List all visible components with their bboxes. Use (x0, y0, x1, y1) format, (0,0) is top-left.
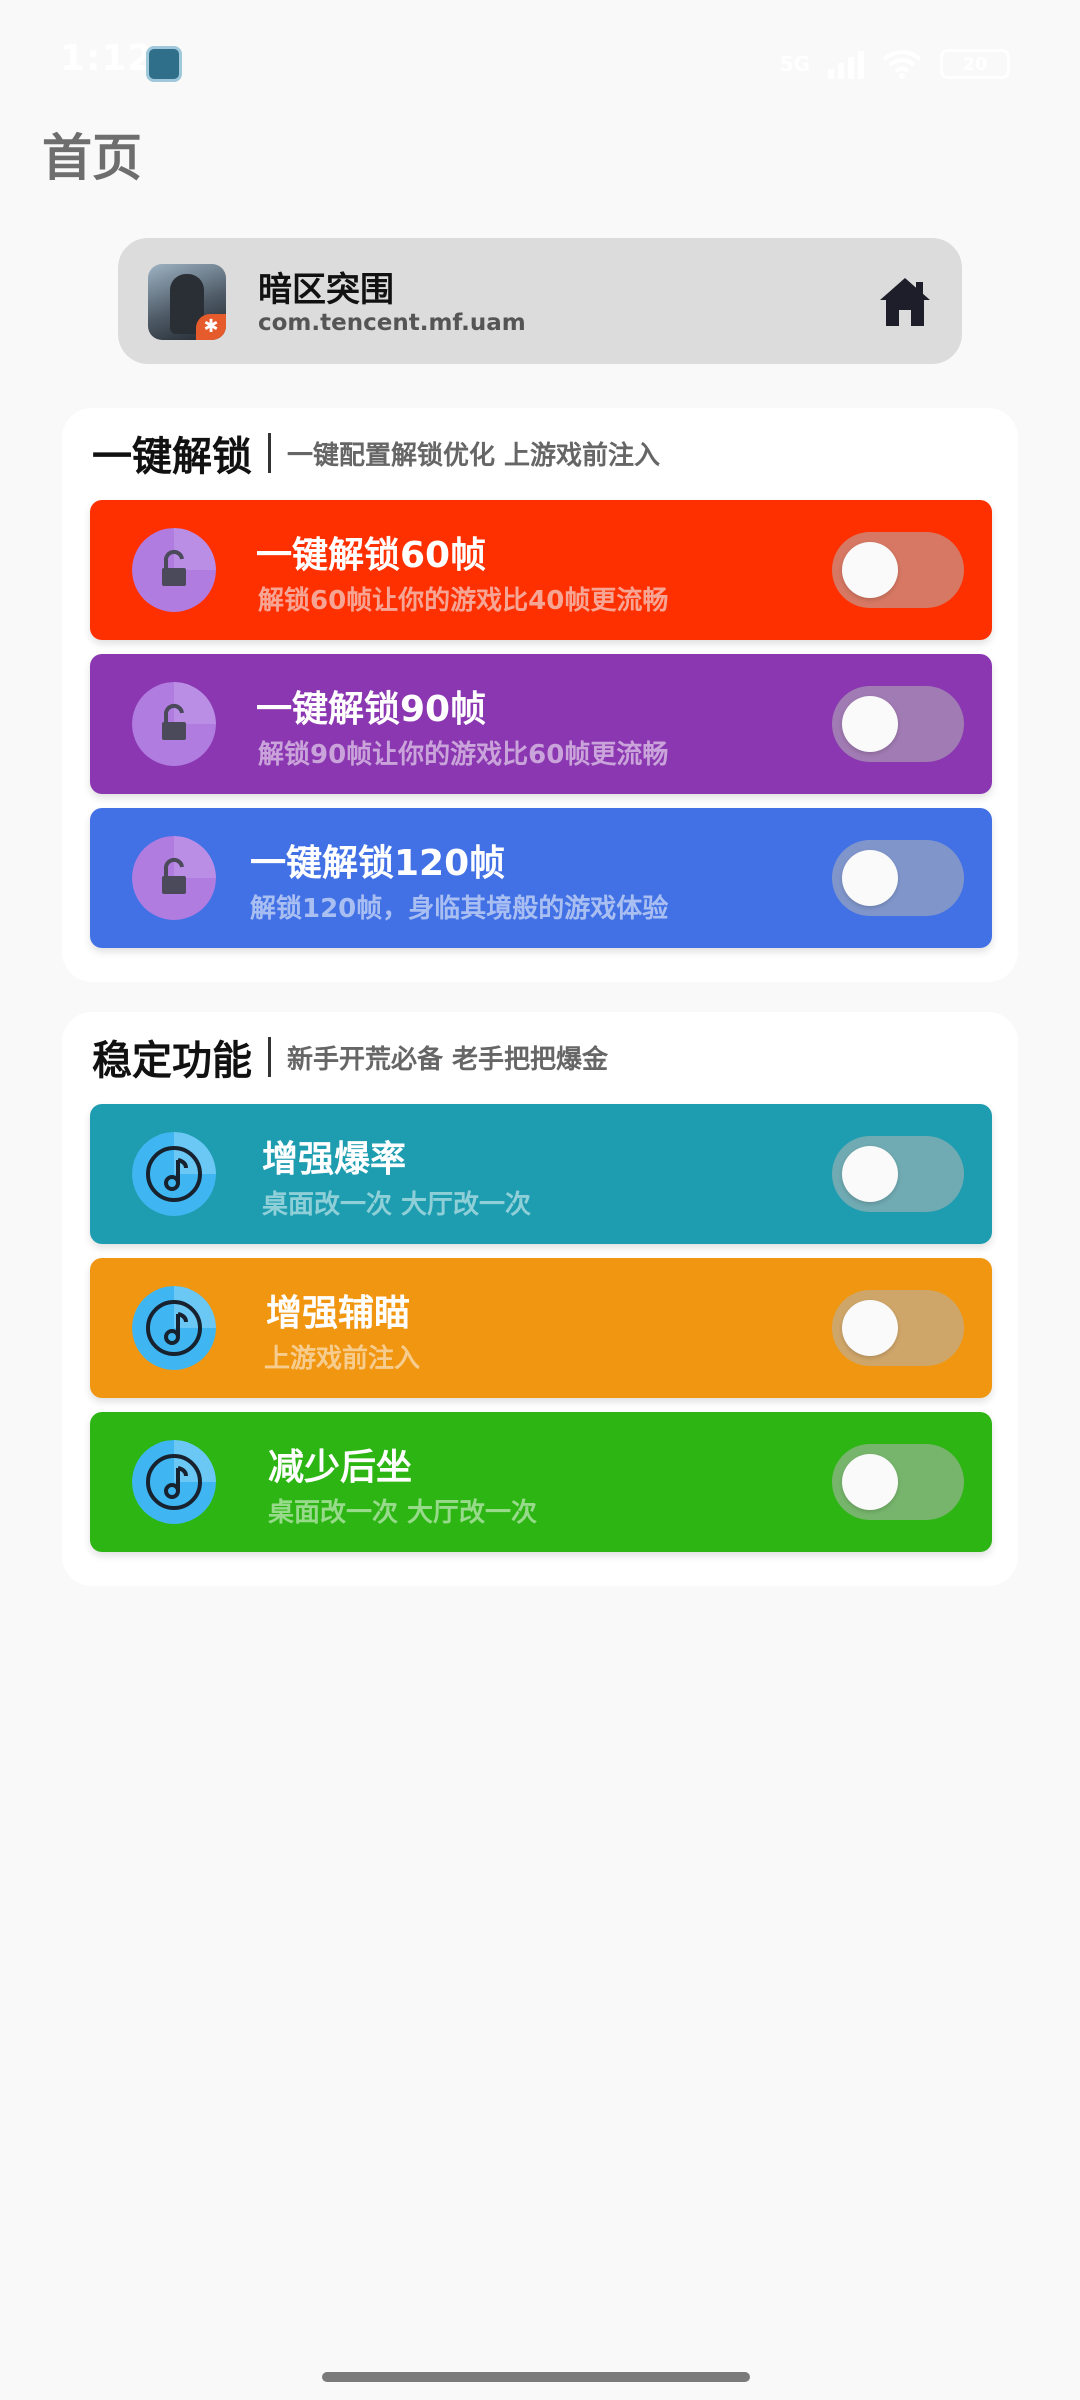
section-title: 一键解锁 (92, 434, 252, 480)
section-title: 稳定功能 (92, 1038, 252, 1084)
music-disc-icon (132, 1286, 216, 1370)
wifi-icon (882, 50, 922, 79)
home-icon[interactable] (878, 276, 932, 328)
feature-toggle[interactable] (832, 1444, 964, 1520)
feature-unlock-120[interactable]: 一键解锁120帧 解锁120帧，身临其境般的游戏体验 (90, 808, 992, 948)
section-unlock: 一键解锁 一键配置解锁优化 上游戏前注入 一键解锁60帧 解锁60帧让你的游戏比… (62, 408, 1018, 982)
music-disc-icon (132, 1132, 216, 1216)
feature-title: 一键解锁120帧 (250, 843, 506, 884)
toggle-knob (842, 1300, 898, 1356)
unlock-icon (132, 682, 216, 766)
status-time: 1:12 (60, 38, 154, 79)
gesture-bar[interactable] (322, 2372, 750, 2382)
network-type: 5G (779, 52, 810, 76)
status-bar: 1:12 5G 20 (0, 0, 1080, 120)
unlock-icon (132, 836, 216, 920)
toggle-knob (842, 696, 898, 752)
section-subtitle: 新手开荒必备 老手把把爆金 (287, 1044, 609, 1075)
page-title: 首页 (42, 129, 142, 187)
feature-desc: 解锁60帧让你的游戏比40帧更流畅 (258, 586, 669, 616)
app-card[interactable]: ✱ 暗区突围 com.tencent.mf.uam (118, 238, 962, 364)
feature-toggle[interactable] (832, 686, 964, 762)
feature-title: 减少后坐 (268, 1447, 413, 1488)
toggle-knob (842, 850, 898, 906)
battery-icon: 20 (940, 49, 1010, 79)
feature-title: 一键解锁60帧 (256, 535, 487, 576)
feature-toggle[interactable] (832, 1290, 964, 1366)
feature-title: 一键解锁90帧 (256, 689, 487, 730)
feature-title: 增强爆率 (262, 1139, 407, 1180)
feature-recoil[interactable]: 减少后坐 桌面改一次 大厅改一次 (90, 1412, 992, 1552)
unlock-icon (132, 528, 216, 612)
game-app-icon: ✱ (148, 264, 226, 340)
feature-toggle[interactable] (832, 840, 964, 916)
feature-desc: 解锁90帧让你的游戏比60帧更流畅 (258, 740, 669, 770)
music-disc-icon (132, 1440, 216, 1524)
section-stable: 稳定功能 新手开荒必备 老手把把爆金 增强爆率 桌面改一次 大厅改一次 增强辅瞄… (62, 1012, 1018, 1586)
section-subtitle: 一键配置解锁优化 上游戏前注入 (287, 440, 661, 471)
feature-title: 增强辅瞄 (266, 1293, 411, 1334)
toggle-knob (842, 1454, 898, 1510)
feature-unlock-90[interactable]: 一键解锁90帧 解锁90帧让你的游戏比60帧更流畅 (90, 654, 992, 794)
feature-aim-assist[interactable]: 增强辅瞄 上游戏前注入 (90, 1258, 992, 1398)
feature-desc: 解锁120帧，身临其境般的游戏体验 (250, 894, 669, 924)
feature-desc: 桌面改一次 大厅改一次 (262, 1190, 532, 1220)
toggle-knob (842, 542, 898, 598)
feature-toggle[interactable] (832, 532, 964, 608)
feature-drop-rate[interactable]: 增强爆率 桌面改一次 大厅改一次 (90, 1104, 992, 1244)
feature-toggle[interactable] (832, 1136, 964, 1212)
notification-app-icon (146, 46, 182, 82)
app-package: com.tencent.mf.uam (258, 310, 526, 336)
feature-desc: 上游戏前注入 (264, 1344, 421, 1374)
section-divider (268, 433, 271, 473)
signal-icon (828, 49, 864, 79)
status-indicators: 5G 20 (780, 44, 1010, 84)
section-divider (268, 1037, 271, 1077)
toggle-knob (842, 1146, 898, 1202)
feature-desc: 桌面改一次 大厅改一次 (268, 1498, 538, 1528)
section-header: 稳定功能 新手开荒必备 老手把把爆金 (92, 1032, 609, 1084)
app-name: 暗区突围 (258, 270, 394, 310)
section-header: 一键解锁 一键配置解锁优化 上游戏前注入 (92, 428, 661, 480)
feature-unlock-60[interactable]: 一键解锁60帧 解锁60帧让你的游戏比40帧更流畅 (90, 500, 992, 640)
